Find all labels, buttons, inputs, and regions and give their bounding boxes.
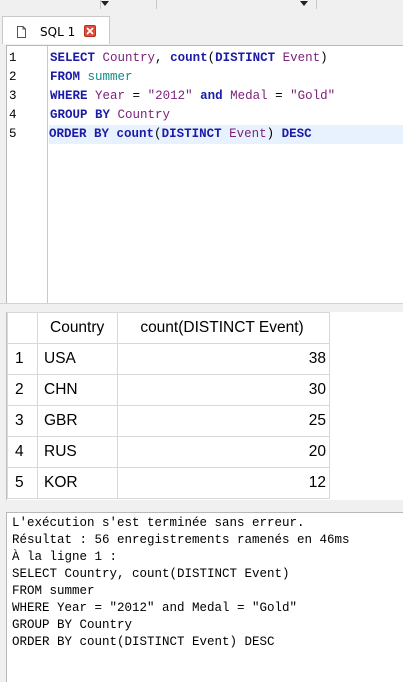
code-token: (: [154, 127, 162, 141]
code-token: Year: [95, 89, 126, 103]
document-icon: [17, 25, 26, 38]
table-row[interactable]: 2 CHN 30: [7, 374, 330, 406]
code-token: Country: [117, 108, 171, 122]
pane-splitter[interactable]: [0, 500, 403, 512]
code-token: DISTINCT: [215, 51, 276, 65]
cell-country[interactable]: CHN: [37, 374, 118, 406]
line-number: 5: [9, 127, 17, 141]
code-token: "2012": [147, 89, 193, 103]
code-line[interactable]: WHERE Year = "2012" and Medal = "Gold": [50, 87, 335, 106]
code-token: Event: [229, 127, 267, 141]
code-token: summer: [87, 70, 133, 84]
code-token: GROUP BY: [50, 108, 111, 122]
line-number: 1: [9, 51, 17, 65]
line-number-gutter: 1 2 3 4 5: [7, 46, 48, 303]
row-header[interactable]: 5: [7, 467, 38, 499]
cell-count[interactable]: 20: [117, 436, 330, 468]
code-token: FROM: [50, 70, 81, 84]
line-number: 3: [9, 89, 17, 103]
line-number: 2: [9, 70, 17, 84]
cell-country[interactable]: USA: [37, 343, 118, 375]
results-grid[interactable]: Country count(DISTINCT Event) 1 USA 38 2 CHN…: [6, 312, 403, 500]
code-token: count: [116, 127, 155, 141]
dropdown-arrow-icon[interactable]: [300, 1, 308, 6]
row-header[interactable]: 2: [7, 374, 38, 406]
log-line: L'exécution s'est terminée sans erreur.: [12, 516, 305, 530]
log-line: Résultat : 56 enregistrements ramenés en…: [12, 533, 350, 547]
toolbar-separator: [156, 0, 157, 9]
code-token: and: [200, 89, 223, 103]
toolbar-separator: [316, 0, 317, 9]
table-row[interactable]: 5 KOR 12: [7, 467, 330, 499]
code-token: ): [320, 51, 328, 65]
message-log: L'exécution s'est terminée sans erreur. R…: [6, 512, 403, 682]
code-token: (: [207, 51, 216, 65]
log-line: SELECT Country, count(DISTINCT Event): [12, 567, 290, 581]
close-icon[interactable]: [84, 25, 96, 37]
row-header[interactable]: 3: [7, 405, 38, 437]
table-row[interactable]: 4 RUS 20: [7, 436, 330, 468]
row-header[interactable]: 1: [7, 343, 38, 375]
column-header-country[interactable]: Country: [37, 312, 118, 344]
log-line: ORDER BY count(DISTINCT Event) DESC: [12, 635, 275, 649]
code-token: "Gold": [290, 89, 336, 103]
code-token: DESC: [281, 127, 312, 141]
cell-count[interactable]: 38: [117, 343, 330, 375]
toolbar-strip: [0, 0, 403, 10]
code-token: Event: [282, 51, 321, 65]
code-token: Country: [102, 51, 156, 65]
pane-splitter[interactable]: [0, 303, 403, 312]
header-row: Country count(DISTINCT Event): [7, 312, 330, 344]
line-number: 4: [9, 108, 17, 122]
corner-cell[interactable]: [7, 312, 38, 344]
cell-country[interactable]: GBR: [37, 405, 118, 437]
code-token: ORDER BY: [49, 127, 110, 141]
code-token: count: [170, 51, 208, 65]
code-token: =: [125, 89, 148, 103]
code-line[interactable]: GROUP BY Country: [50, 106, 170, 125]
log-line: GROUP BY Country: [12, 618, 133, 632]
tab-label: SQL 1: [40, 25, 76, 39]
cell-country[interactable]: RUS: [37, 436, 118, 468]
sql-editor[interactable]: 12345 SELECT Country, count(DISTINCT Eve…: [6, 45, 403, 303]
code-token: =: [267, 89, 291, 103]
cell-count[interactable]: 25: [117, 405, 330, 437]
row-header[interactable]: 4: [7, 436, 38, 468]
cell-country[interactable]: KOR: [37, 467, 118, 499]
dropdown-arrow-icon[interactable]: [101, 1, 109, 6]
tab-sql-1[interactable]: SQL 1: [2, 16, 110, 44]
cell-count[interactable]: 30: [117, 374, 330, 406]
code-token: DISTINCT: [161, 127, 222, 141]
code-token: ): [266, 127, 282, 141]
column-header-count[interactable]: count(DISTINCT Event): [117, 312, 330, 344]
code-token: WHERE: [50, 89, 88, 103]
code-line[interactable]: FROM summer: [50, 68, 133, 87]
log-line: WHERE Year = "2012" and Medal = "Gold": [12, 601, 298, 615]
code-line[interactable]: SELECT Country, count(DISTINCT Event): [50, 49, 328, 68]
editor-tab-bar: SQL 1: [0, 12, 403, 44]
log-line: FROM summer: [12, 584, 95, 598]
code-token: SELECT: [50, 51, 96, 65]
table-row[interactable]: 1 USA 38: [7, 343, 330, 375]
table-row[interactable]: 3 GBR 25: [7, 405, 330, 437]
code-token: Medal: [230, 89, 268, 103]
log-line: À la ligne 1 :: [12, 550, 118, 564]
code-token: ,: [155, 51, 171, 65]
cell-count[interactable]: 12: [117, 467, 330, 499]
code-line[interactable]: ORDER BY count(DISTINCT Event) DESC: [49, 125, 403, 144]
results-table: Country count(DISTINCT Event) 1 USA 38 2 CHN…: [7, 312, 330, 499]
